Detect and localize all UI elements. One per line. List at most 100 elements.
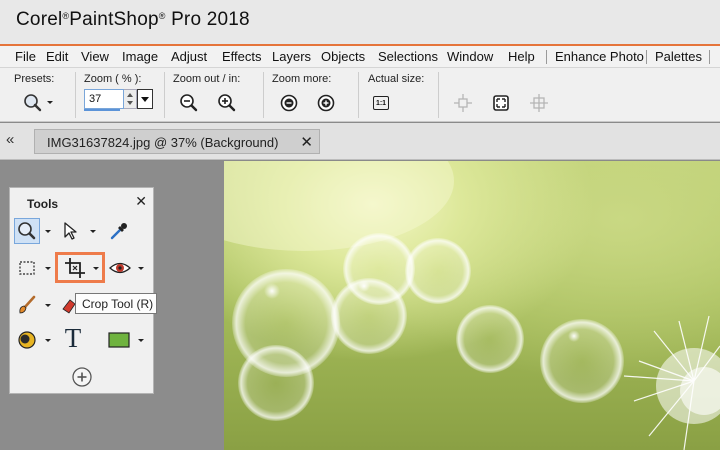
zoom-dropdown-button[interactable] [137,89,153,109]
menu-selections[interactable]: Selections [378,49,438,64]
pick-tool-button[interactable] [58,218,84,244]
dropper-tool-button[interactable] [106,218,132,244]
fill-bucket-icon [18,331,36,349]
fit-to-window-button[interactable] [490,92,512,114]
image-canvas[interactable] [224,161,720,450]
tool-options-bar: Presets: Zoom ( % ): Zoom out / in: [0,68,720,122]
chevron-down-icon [141,97,149,102]
zoom-out-in-label: Zoom out / in: [173,73,241,85]
app-title-version: Pro 2018 [171,9,250,30]
minus-circle-icon [280,94,298,112]
zoom-input-focus-line [84,109,120,111]
document-tab[interactable]: IMG31637824.jpg @ 37% (Background) ✕ [34,129,320,154]
close-icon[interactable]: ✕ [135,193,147,210]
zoom-more-label: Zoom more: [272,73,332,85]
zoom-in-button[interactable] [216,92,238,114]
menu-separator [546,50,547,64]
menu-layers[interactable]: Layers [272,49,311,64]
plus-circle-icon [317,94,335,112]
selection-tool-button[interactable] [14,255,40,281]
shape-tool-button[interactable] [106,327,132,353]
menu-window[interactable]: Window [447,49,493,64]
zoom-more-in-button[interactable] [315,92,337,114]
chevron-down-icon [45,267,51,270]
arrow-cursor-icon [64,222,77,240]
chevron-down-icon [45,230,51,233]
chevron-down-icon [138,267,144,270]
presets-dropdown[interactable] [22,92,56,114]
toolbar-separator [164,72,165,118]
paintbrush-icon [19,295,36,314]
menu-image[interactable]: Image [122,49,158,64]
crop-tool-highlight [55,252,105,283]
toolbar-separator [75,72,76,118]
zoom-in-icon [218,94,236,112]
paint-brush-tool-flyout[interactable] [44,301,52,309]
menu-file[interactable]: File [15,49,36,64]
toolbar-separator [358,72,359,118]
menu-separator [646,50,647,64]
center-image-button[interactable] [452,92,474,114]
menu-help[interactable]: Help [508,49,535,64]
menu-effects[interactable]: Effects [222,49,262,64]
eyedropper-icon [110,223,127,240]
tools-palette: Tools ✕ T [9,187,154,394]
app-title-brand: Corel [16,9,63,30]
crosshair-icon [454,94,472,112]
chevron-down-icon [45,304,51,307]
document-tab-label: IMG31637824.jpg @ 37% (Background) [47,135,279,150]
menu-palettes[interactable]: Palettes [655,49,702,64]
chevron-down-icon [138,339,144,342]
collapse-panels-button[interactable]: « [6,131,14,148]
spinner-arrows-icon [127,93,133,105]
text-tool-button[interactable]: T [60,323,86,353]
actual-size-icon: 1:1 [373,96,389,110]
shape-tool-flyout[interactable] [137,336,145,344]
menu-edit[interactable]: Edit [46,49,68,64]
actual-size-button[interactable]: 1:1 [370,92,392,114]
menu-enhance-photo[interactable]: Enhance Photo [555,49,644,64]
document-tab-strip: « IMG31637824.jpg @ 37% (Background) ✕ [0,123,720,160]
zoom-spinner[interactable] [124,89,137,109]
pick-tool-flyout[interactable] [89,227,97,235]
presets-label: Presets: [14,73,55,85]
menu-bar: File Edit View Image Adjust Effects Laye… [0,46,720,68]
pan-zoom-button[interactable] [528,92,550,114]
marquee-icon [19,261,35,275]
flood-fill-tool-flyout[interactable] [44,336,52,344]
chevron-down-icon [45,339,51,342]
title-bar: Corel®PaintShop® Pro 2018 [0,0,720,46]
paint-brush-tool-button[interactable] [14,292,40,318]
chevron-down-icon [90,230,96,233]
magnifier-icon [18,222,36,240]
zoom-preset-icon [24,94,53,112]
red-eye-tool-button[interactable] [107,255,133,281]
toolbar-separator [263,72,264,118]
add-tools-button[interactable] [69,364,95,390]
eraser-tool-button[interactable] [60,292,76,318]
fit-window-icon [493,95,509,111]
zoom-tool-flyout[interactable] [44,227,52,235]
bubbles-photo [224,161,720,450]
menu-view[interactable]: View [81,49,109,64]
app-title: Corel®PaintShop® Pro 2018 [16,9,250,30]
toolbar-separator [438,72,439,118]
selection-tool-flyout[interactable] [44,264,52,272]
rectangle-shape-icon [108,332,130,348]
menu-separator [709,50,710,64]
close-icon[interactable]: ✕ [300,133,313,151]
crop-tool-tooltip: Crop Tool (R) [75,293,157,314]
zoom-tool-button[interactable] [14,218,40,244]
app-title-product: PaintShop [69,9,159,30]
flood-fill-tool-button[interactable] [14,327,40,353]
red-eye-tool-flyout[interactable] [137,264,145,272]
zoom-out-icon [180,94,198,112]
eye-icon [109,262,131,274]
menu-objects[interactable]: Objects [321,49,365,64]
zoom-more-out-button[interactable] [278,92,300,114]
zoom-out-button[interactable] [178,92,200,114]
zoom-percent-label: Zoom ( % ): [84,73,142,85]
pan-icon [530,94,548,112]
zoom-percent-input[interactable] [84,89,124,109]
menu-adjust[interactable]: Adjust [171,49,207,64]
